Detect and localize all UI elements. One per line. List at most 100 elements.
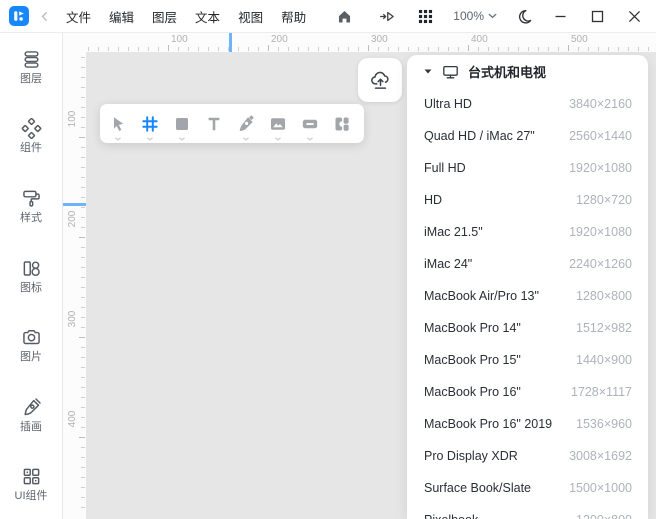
ruler-label: 400 [471,34,488,45]
pen-tool[interactable] [230,104,262,143]
ruler-tick [81,127,85,128]
ruler-tick [158,47,159,51]
widget-tool[interactable] [294,104,326,143]
panel-group-header[interactable]: 台式机和电视 [407,55,648,88]
ruler-tick [81,497,85,498]
menu-item[interactable]: 视图 [238,7,263,26]
window-close-button[interactable] [628,10,641,23]
ruler-tick [258,47,259,51]
ruler-tick [81,197,85,198]
window-maximize-button[interactable] [591,10,604,23]
device-preset-row[interactable]: HD 1280×720 [407,184,648,216]
icons-icon [21,258,42,279]
ruler-tick [588,47,589,51]
sidebar-item-styles[interactable]: 样式 [0,171,62,241]
image-icon [268,114,288,134]
sidebar-item-images[interactable]: 图片 [0,310,62,380]
menu-item[interactable]: 文本 [195,7,220,26]
ruler-tick [79,137,85,138]
text-tool[interactable] [198,104,230,143]
ruler-label: 100 [66,104,80,134]
sidebar-item-components[interactable]: 组件 [0,102,62,172]
ruler-tick [218,47,219,51]
device-name: Pro Display XDR [424,449,518,463]
device-preset-row[interactable]: Quad HD / iMac 27" 2560×1440 [407,120,648,152]
device-preset-row[interactable]: MacBook Pro 14" 1512×982 [407,312,648,344]
sidebar-item-layers[interactable]: 图层 [0,32,62,102]
home-button[interactable] [336,8,353,25]
sidebar-item-label: 样式 [20,213,42,224]
ruler-tick [498,47,499,51]
device-resolution: 1512×982 [576,321,632,335]
caret-down-icon [275,137,282,141]
menu-item[interactable]: 图层 [152,7,177,26]
device-preset-row[interactable]: MacBook Pro 16" 2019 1536×960 [407,408,648,440]
frame-tool[interactable] [134,104,166,143]
image-tool[interactable] [262,104,294,143]
zoom-select[interactable]: 100% [453,9,497,23]
sidebar-item-label: 图层 [20,74,42,85]
chevron-down-icon [488,13,497,19]
maximize-icon [591,10,604,23]
menu-item[interactable]: 编辑 [109,7,134,26]
ruler-marker-vertical [62,203,86,206]
app-logo[interactable] [9,6,29,26]
sidebar-item-label: 组件 [20,143,42,154]
theme-toggle[interactable] [516,8,533,25]
device-preset-row[interactable]: Ultra HD 3840×2160 [407,88,648,120]
device-name: HD [424,193,442,207]
device-resolution: 1500×1000 [569,481,632,495]
ruler-tick [578,47,579,51]
ruler-tick [81,217,85,218]
ruler-tick [278,47,279,51]
window-minimize-button[interactable] [554,10,567,23]
ruler-tick [468,45,469,51]
device-preset-row[interactable]: MacBook Pro 16" 1728×1117 [407,376,648,408]
upload-button[interactable] [358,58,402,102]
ruler-tick [81,107,85,108]
shape-tool[interactable] [166,104,198,143]
zoom-value: 100% [453,9,484,23]
device-name: Pixelbook [424,513,478,519]
ruler-tick [398,47,399,51]
sidebar-item-icons[interactable]: 图标 [0,241,62,311]
sidebar-item-ui-components[interactable]: UI组件 [0,449,62,519]
device-preset-row[interactable]: iMac 24" 2240×1260 [407,248,648,280]
ruler-tick [568,45,569,51]
device-preset-row[interactable]: Pro Display XDR 3008×1692 [407,440,648,472]
device-preset-row[interactable]: Full HD 1920×1080 [407,152,648,184]
menu-item[interactable]: 帮助 [281,7,306,26]
move-tool[interactable] [102,104,134,143]
device-preset-row[interactable]: MacBook Air/Pro 13" 1280×800 [407,280,648,312]
device-preset-row[interactable]: iMac 21.5" 1920×1080 [407,216,648,248]
ruler-tick [81,417,85,418]
cloud-upload-icon [369,69,392,92]
apps-grid-button[interactable] [418,9,433,24]
resource-tool[interactable] [326,104,358,143]
ruler-tick [81,457,85,458]
ruler-tick [81,427,85,428]
present-button[interactable] [378,8,396,25]
caret-down-icon [307,137,314,141]
ruler-tick [538,47,539,51]
ruler-tick [528,47,529,51]
device-name: MacBook Air/Pro 13" [424,289,539,303]
ruler-tick [81,117,85,118]
ruler-tick [418,47,419,51]
device-name: Ultra HD [424,97,472,111]
ruler-label: 500 [571,34,588,45]
device-presets-panel: 台式机和电视 Ultra HD 3840×2160 Quad HD / iMac… [407,55,648,519]
device-name: MacBook Pro 14" [424,321,521,335]
back-button[interactable] [40,11,49,22]
ruler-tick [81,377,85,378]
device-preset-row[interactable]: MacBook Pro 15" 1440×900 [407,344,648,376]
ruler-marker-horizontal [229,32,232,52]
monitor-icon [442,64,459,80]
menu-item[interactable]: 文件 [66,7,91,26]
device-preset-row[interactable]: Pixelbook 1200×800 [407,504,648,519]
device-resolution: 1280×720 [576,193,632,207]
device-preset-row[interactable]: Surface Book/Slate 1500×1000 [407,472,648,504]
resource-icon [332,114,352,134]
sidebar-item-illustrations[interactable]: 插画 [0,380,62,450]
chevron-left-icon [40,11,49,22]
